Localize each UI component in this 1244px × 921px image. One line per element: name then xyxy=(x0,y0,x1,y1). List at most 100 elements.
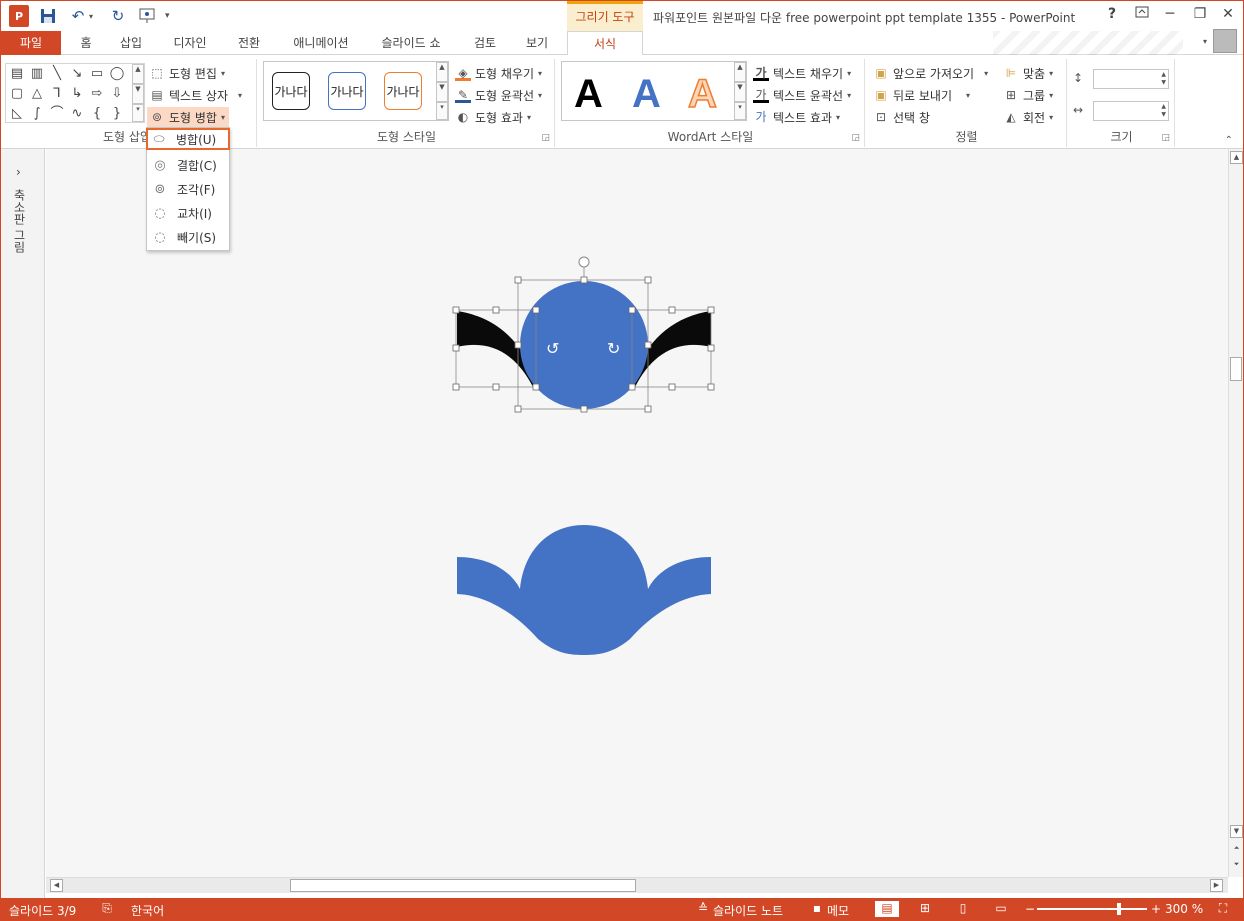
triangle-shape-icon[interactable]: △ xyxy=(28,86,46,102)
collapse-ribbon-icon[interactable]: ⌃ xyxy=(1225,135,1233,146)
wordart-launcher-icon[interactable]: ◲ xyxy=(851,133,860,143)
left-brace-shape-icon[interactable]: { xyxy=(88,106,106,122)
styles-up-icon[interactable]: ▲ xyxy=(436,62,448,82)
vertical-text-box-shape-icon[interactable]: ▥ xyxy=(28,66,46,82)
next-slide-icon[interactable]: ⏷ xyxy=(1230,859,1243,872)
text-effects-button[interactable]: 가 텍스트 효과 ▾ xyxy=(753,107,840,127)
zoom-in-icon[interactable]: + xyxy=(1151,902,1161,916)
help-button[interactable]: ? xyxy=(1099,6,1125,26)
text-fill-button[interactable]: 가 텍스트 채우기 ▾ xyxy=(753,63,851,83)
thumbnails-label[interactable]: 축소판 그림 xyxy=(11,189,28,253)
horizontal-scrollbar[interactable]: ◀ ▶ xyxy=(46,877,1228,893)
text-box-button[interactable]: ▤ 텍스트 상자 ▾ xyxy=(149,85,242,105)
previous-slide-icon[interactable]: ⏶ xyxy=(1230,843,1243,856)
slide-sorter-view-icon[interactable]: ⊞ xyxy=(915,901,935,917)
tab-home[interactable]: 홈 xyxy=(71,31,101,55)
shape-styles-launcher-icon[interactable]: ◲ xyxy=(541,133,550,143)
scribble-shape-icon[interactable]: ∫ xyxy=(28,106,46,122)
elbow-connector-shape-icon[interactable]: ⅂ xyxy=(48,86,66,102)
tab-view[interactable]: 보기 xyxy=(515,31,559,55)
left-wing-rotate-icon[interactable]: ↺ xyxy=(546,339,559,358)
curve-shape-icon[interactable]: ∿ xyxy=(68,106,86,122)
edit-shape-button[interactable]: ⬚ 도형 편집 ▾ xyxy=(149,63,225,83)
zoom-slider[interactable] xyxy=(1037,908,1147,910)
spell-check-icon[interactable]: ⎘ xyxy=(97,901,117,917)
save-icon[interactable] xyxy=(37,5,59,27)
bring-forward-button[interactable]: ▣ 앞으로 가져오기 ▾ xyxy=(873,63,988,83)
tab-insert[interactable]: 삽입 xyxy=(111,31,151,55)
tab-design[interactable]: 디자인 xyxy=(163,31,217,55)
width-spin-icon[interactable]: ▲ ▼ xyxy=(1161,103,1166,119)
wordart-down-icon[interactable]: ▼ xyxy=(734,82,746,102)
zoom-out-icon[interactable]: − xyxy=(1025,902,1035,916)
user-avatar[interactable] xyxy=(1213,29,1237,53)
tab-transitions[interactable]: 전환 xyxy=(227,31,271,55)
comments-button[interactable]: 메모 xyxy=(827,902,849,919)
gallery-up-icon[interactable]: ▲ xyxy=(132,64,144,84)
merge-fragment-item[interactable]: ⊚ 조각(F) xyxy=(149,178,227,200)
close-button[interactable]: ✕ xyxy=(1215,6,1241,26)
minimize-button[interactable]: ─ xyxy=(1157,6,1183,26)
redo-icon[interactable]: ↻ xyxy=(107,5,129,27)
height-spin-icon[interactable]: ▲ ▼ xyxy=(1161,71,1166,87)
zoom-level[interactable]: 300 % xyxy=(1165,902,1203,916)
selection-pane-button[interactable]: ⊡ 선택 창 xyxy=(873,107,930,127)
merge-shapes-button[interactable]: ⊚ 도형 병합 ▾ xyxy=(147,107,229,127)
vertical-scroll-thumb[interactable] xyxy=(1230,357,1242,381)
wordart-style-orange[interactable]: A xyxy=(687,71,717,117)
wordart-style-blue[interactable]: A xyxy=(632,72,661,117)
expand-thumbnails-icon[interactable]: › xyxy=(16,165,21,179)
group-button[interactable]: ⊞ 그룹 ▾ xyxy=(1003,85,1053,105)
undo-icon[interactable]: ↶ xyxy=(67,5,89,27)
line-shape-icon[interactable]: ╲ xyxy=(48,66,66,82)
right-arrow-shape-icon[interactable]: ⇨ xyxy=(88,86,106,102)
language-indicator[interactable]: 한국어 xyxy=(131,902,164,919)
tab-format[interactable]: 서식 xyxy=(567,31,643,56)
ribbon-display-options-icon[interactable] xyxy=(1129,6,1155,26)
elbow-arrow-shape-icon[interactable]: ↳ xyxy=(68,86,86,102)
vertical-scrollbar[interactable]: ▲ ▼ ⏶ ⏷ xyxy=(1228,149,1243,877)
down-arrow-shape-icon[interactable]: ⇩ xyxy=(108,86,126,102)
shape-style-1[interactable]: 가나다 xyxy=(272,72,310,110)
rotate-handle-icon[interactable] xyxy=(578,256,590,268)
right-brace-shape-icon[interactable]: } xyxy=(108,106,126,122)
send-backward-button[interactable]: ▣ 뒤로 보내기 ▾ xyxy=(873,85,970,105)
scroll-down-icon[interactable]: ▼ xyxy=(1230,825,1243,838)
rounded-rectangle-shape-icon[interactable]: ▢ xyxy=(8,86,26,102)
shape-fill-button[interactable]: ◈ 도형 채우기 ▾ xyxy=(455,63,542,83)
reading-view-icon[interactable]: ▯ xyxy=(953,901,973,917)
shape-style-3[interactable]: 가나다 xyxy=(384,72,422,110)
wordart-more-icon[interactable]: ▾ xyxy=(734,102,746,120)
merge-combine-item[interactable]: ◎ 결합(C) xyxy=(149,154,227,176)
text-outline-button[interactable]: 가 텍스트 윤곽선 ▾ xyxy=(753,85,851,105)
zoom-slider-thumb[interactable] xyxy=(1117,903,1121,915)
shape-width-input[interactable]: ▲ ▼ xyxy=(1093,101,1169,121)
shape-style-2[interactable]: 가나다 xyxy=(328,72,366,110)
undo-dropdown-icon[interactable]: ▾ xyxy=(89,5,93,27)
fit-slide-icon[interactable]: ⛶ xyxy=(1213,901,1233,917)
tab-slideshow[interactable]: 슬라이드 쇼 xyxy=(371,31,451,55)
scroll-left-icon[interactable]: ◀ xyxy=(50,879,63,892)
merge-union-item[interactable]: ⬭ 병합(U) xyxy=(146,128,230,150)
normal-view-icon[interactable]: ▤ xyxy=(875,901,899,917)
arc-shape-icon[interactable]: ⌒ xyxy=(48,106,66,122)
shape-effects-button[interactable]: ◐ 도형 효과 ▾ xyxy=(455,107,531,127)
tab-animations[interactable]: 애니메이션 xyxy=(283,31,359,55)
gallery-down-icon[interactable]: ▼ xyxy=(132,84,144,104)
styles-more-icon[interactable]: ▾ xyxy=(436,102,448,120)
notes-button[interactable]: 슬라이드 노트 xyxy=(713,902,783,919)
slide[interactable]: ↺ ↻ xyxy=(46,149,1228,877)
shape-height-input[interactable]: ▲ ▼ xyxy=(1093,69,1169,89)
freeform-shape-icon[interactable]: ◺ xyxy=(8,106,26,122)
tab-file[interactable]: 파일 xyxy=(1,31,61,55)
rotate-button[interactable]: ◭ 회전 ▾ xyxy=(1003,107,1053,127)
scroll-right-icon[interactable]: ▶ xyxy=(1210,879,1223,892)
scroll-up-icon[interactable]: ▲ xyxy=(1230,151,1243,164)
oval-shape-icon[interactable]: ◯ xyxy=(108,66,126,82)
merge-intersect-item[interactable]: ◌ 교차(I) xyxy=(149,202,227,224)
merge-subtract-item[interactable]: ◌ 빼기(S) xyxy=(149,226,227,248)
shape-outline-button[interactable]: ✎ 도형 윤곽선 ▾ xyxy=(455,85,542,105)
align-button[interactable]: ⊫ 맞춤 ▾ xyxy=(1003,63,1053,83)
comments-icon[interactable]: ▪ xyxy=(807,901,827,917)
size-launcher-icon[interactable]: ◲ xyxy=(1161,133,1170,143)
